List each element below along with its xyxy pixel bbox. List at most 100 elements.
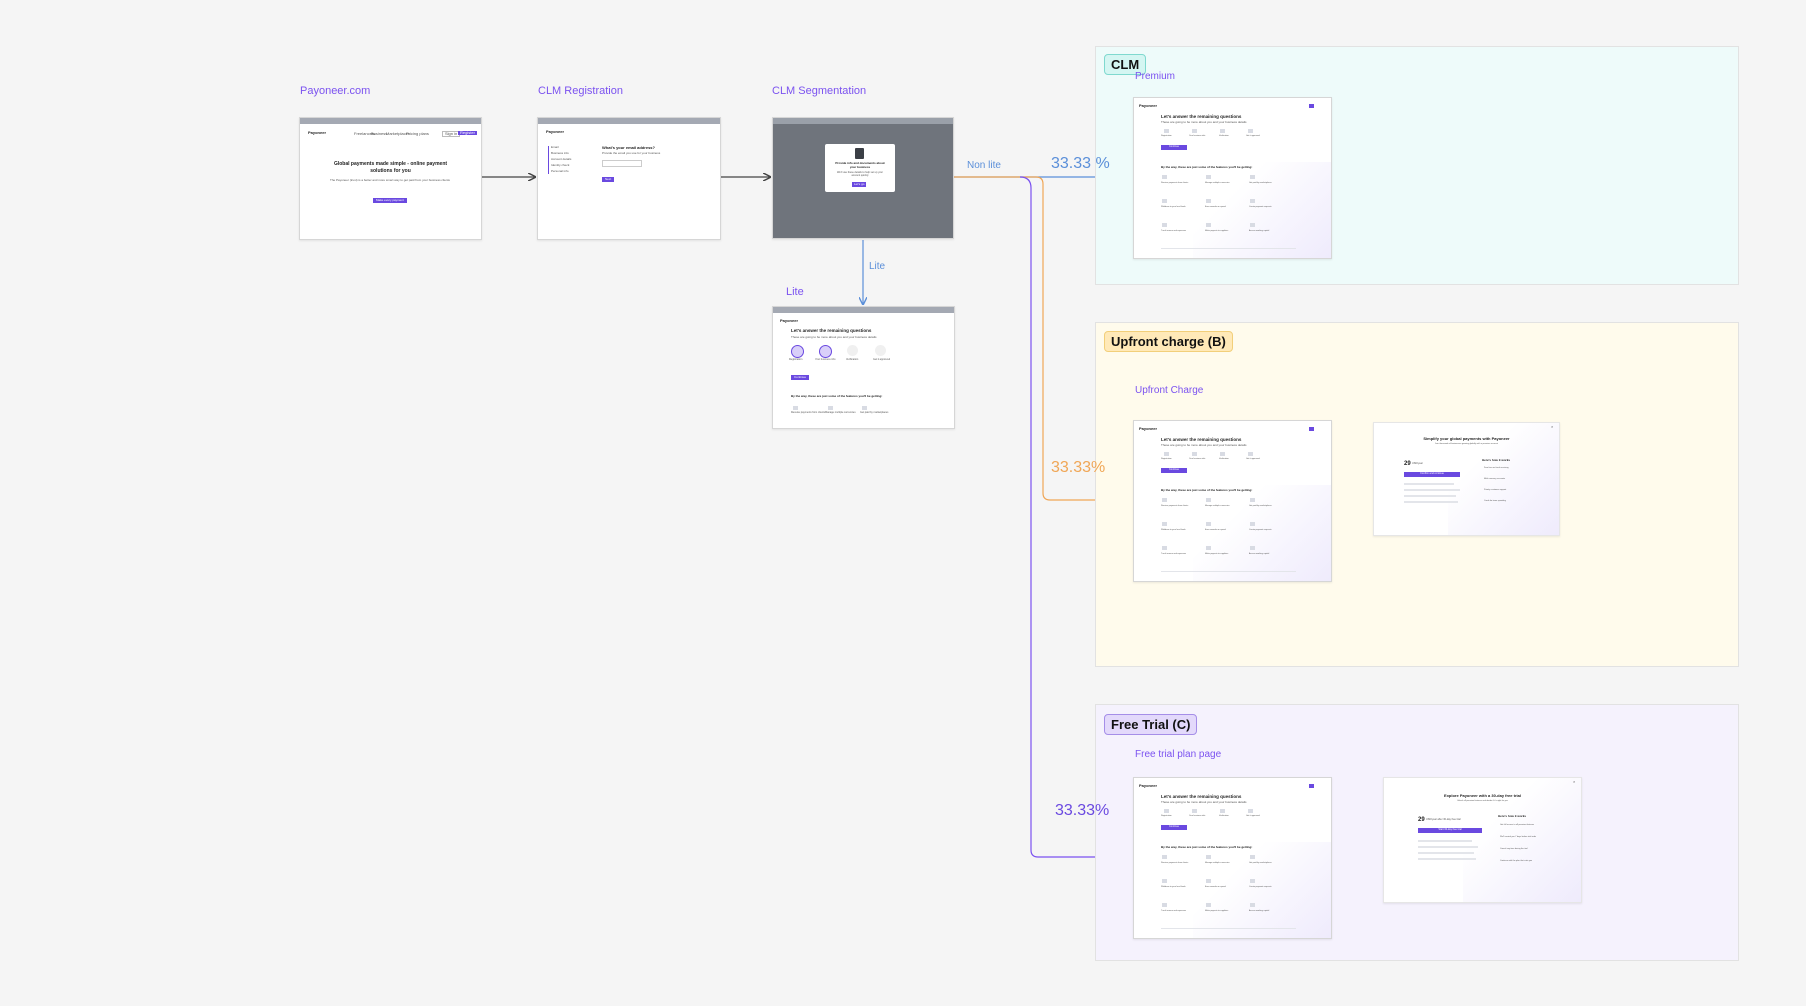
payoneer-logo: Payoneer	[308, 130, 327, 135]
text-line	[1404, 489, 1460, 491]
text-line	[1404, 483, 1454, 485]
upfront-modal-title: Simplify your global payments with Payon…	[1423, 436, 1510, 441]
continue-button[interactable]: Continue	[1161, 825, 1188, 830]
questions-title: Let's answer the remaining questions	[791, 328, 872, 333]
feature-text: Earn rewards on spend	[1205, 886, 1226, 888]
group-sub-clm: Premium	[1135, 71, 1176, 82]
screen-clm-segmentation[interactable]: Provide info and documents about your bu…	[772, 117, 954, 239]
trial-modal-title: Explore Payoneer with a 30-day free tria…	[1444, 793, 1521, 798]
features-title: By the way, these are just some of the f…	[1161, 488, 1253, 492]
screen-remaining-questions[interactable]: Payoneer Let's answer the remaining ques…	[1133, 420, 1332, 582]
segmentation-modal[interactable]: Provide info and documents about your bu…	[825, 144, 895, 192]
upfront-price: 29	[1404, 461, 1411, 467]
feature-text: Access working capital	[1249, 230, 1270, 232]
trial-col-title: Here's how it works	[1498, 814, 1527, 818]
step-icon	[1220, 452, 1225, 456]
profile-icon[interactable]	[1309, 104, 1314, 108]
trial-benefit: Get full access to all premium features	[1500, 824, 1535, 826]
screen-remaining-questions[interactable]: Payoneer Let's answer the remaining ques…	[1133, 97, 1332, 259]
feature-text: Manage multiple currencies	[1205, 182, 1230, 184]
side-step: Personal info	[551, 169, 569, 173]
feature-text: Manage multiple currencies	[1205, 862, 1230, 864]
upfront-benefit: Zero fees on local receiving	[1484, 467, 1509, 469]
step-name: Registration	[1161, 458, 1172, 460]
upfront-modal-subtitle: Join thousands of businesses growing glo…	[1435, 443, 1498, 445]
feature-icon	[1162, 175, 1167, 179]
side-step: Account details	[551, 157, 572, 161]
feature-icon	[1162, 903, 1167, 907]
feature-icon	[1250, 522, 1255, 526]
feature-icon	[1206, 199, 1211, 203]
feature-text: Track income and expenses	[1161, 910, 1186, 912]
screen-lite-questions[interactable]: Payoneer Let's answer the remaining ques…	[772, 306, 955, 429]
hero-headline-2: solutions for you	[370, 168, 411, 174]
trial-price: 29	[1418, 817, 1425, 823]
close-icon[interactable]: ×	[1573, 779, 1575, 784]
email-question: What's your email address?	[602, 145, 655, 150]
feature-icon	[1206, 855, 1211, 859]
trial-cta-button[interactable]: Start 30-day free trial	[1418, 828, 1482, 833]
email-input[interactable]	[602, 160, 642, 167]
step-name: Get it approved	[1246, 135, 1260, 137]
step-icon	[1192, 129, 1197, 133]
feature-icon	[1250, 855, 1255, 859]
screen-upfront-modal[interactable]: × Simplify your global payments with Pay…	[1373, 422, 1560, 536]
screen-remaining-questions[interactable]: Payoneer Let's answer the remaining ques…	[1133, 777, 1332, 939]
next-button[interactable]: Next	[602, 177, 615, 183]
trial-modal-subtitle: Unlock all premium features and decide i…	[1457, 800, 1508, 802]
profile-icon[interactable]	[1309, 784, 1314, 788]
step-icon	[1220, 129, 1225, 133]
upfront-cta-button[interactable]: Confirm and continue	[1404, 472, 1460, 477]
side-step: Identity check	[551, 163, 570, 167]
continue-button[interactable]: Continue	[1161, 468, 1188, 473]
continue-button[interactable]: Continue	[791, 375, 810, 381]
modal-cta-button[interactable]: Let's go	[852, 182, 867, 188]
group-sub-free-trial: Free trial plan page	[1135, 749, 1222, 760]
step-label-lite: Lite	[786, 286, 804, 298]
feature-text: Make payouts to suppliers	[1205, 553, 1229, 555]
step-name: Get it approved	[1246, 458, 1260, 460]
feature-icon	[1250, 879, 1255, 883]
register-button[interactable]: Register	[458, 130, 477, 136]
feature-icon	[1206, 879, 1211, 883]
screen-payoneer-home[interactable]: Payoneer Freelancers Business Marketplac…	[299, 117, 482, 240]
step-name: Verification	[1219, 458, 1229, 460]
profile-icon[interactable]	[1309, 427, 1314, 431]
step-icon	[1192, 809, 1197, 813]
step-name: Your business info	[1189, 135, 1206, 137]
continue-button[interactable]: Continue	[1161, 145, 1188, 150]
feature-text: Withdraw to your local bank	[1161, 886, 1186, 888]
feature-icon	[1162, 855, 1167, 859]
close-icon[interactable]: ×	[1551, 424, 1553, 429]
feature-text: Make payouts to suppliers	[1205, 910, 1229, 912]
step-icon	[1192, 452, 1197, 456]
feature-icon	[1162, 546, 1167, 550]
nav-item[interactable]: Business	[371, 131, 387, 136]
screen-clm-registration[interactable]: Payoneer Email Business info Account det…	[537, 117, 721, 240]
feature-text: Create payment requests	[1249, 529, 1272, 531]
payoneer-logo: Payoneer	[1139, 783, 1158, 788]
upfront-benefit: Cards for team spending	[1484, 500, 1506, 502]
trial-benefit: Cancel any time during the trial	[1500, 848, 1528, 850]
text-line	[1418, 846, 1478, 848]
feature-icon	[1162, 879, 1167, 883]
feature-icon	[1162, 223, 1167, 227]
feature-icon	[1206, 903, 1211, 907]
pct-free-trial: 33.33%	[1055, 802, 1110, 819]
step-done-icon	[791, 345, 804, 358]
side-step: Email	[551, 145, 559, 149]
step-label-payoneer: Payoneer.com	[300, 85, 371, 97]
upfront-benefit: Priority customer support	[1484, 489, 1507, 491]
text-line	[1418, 858, 1476, 860]
feature-text: Track income and expenses	[1161, 230, 1186, 232]
nav-item[interactable]: Pricing plans	[406, 131, 429, 136]
questions-subtitle: These are going to be more about you and…	[1161, 120, 1247, 124]
hero-cta-button[interactable]: Make every payment	[373, 198, 407, 204]
text-line	[1404, 501, 1458, 503]
email-hint: Provide the email you use for your busin…	[602, 151, 661, 155]
step-label-registration: CLM Registration	[538, 85, 623, 97]
step-name: Your business info	[815, 358, 836, 361]
upfront-col-title: Here's how it works	[1482, 458, 1511, 462]
trial-benefit: We'll remind you 7 days before trial end…	[1500, 836, 1537, 838]
screen-trial-modal[interactable]: × Explore Payoneer with a 30-day free tr…	[1383, 777, 1582, 903]
